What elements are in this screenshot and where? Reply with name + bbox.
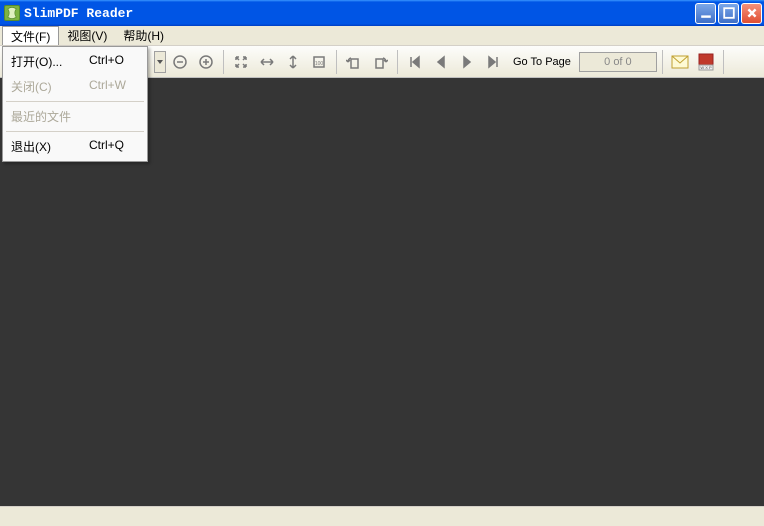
menu-bar: 文件(F) 视图(V) 帮助(H)	[0, 26, 764, 46]
rotate-ccw-button[interactable]	[342, 50, 366, 74]
first-page-button[interactable]	[403, 50, 427, 74]
menu-view[interactable]: 视图(V)	[59, 26, 115, 45]
close-button[interactable]	[741, 3, 762, 24]
page-number-input[interactable]: 0 of 0	[579, 52, 657, 72]
window-title: SlimPDF Reader	[24, 6, 695, 21]
menu-item-exit[interactable]: 退出(X) Ctrl+Q	[5, 134, 145, 159]
zoom-out-button[interactable]	[168, 50, 192, 74]
next-page-button[interactable]	[455, 50, 479, 74]
menu-help[interactable]: 帮助(H)	[115, 26, 172, 45]
menu-separator	[6, 131, 144, 132]
menu-item-recent: 最近的文件	[5, 104, 145, 129]
toolbar-separator	[223, 50, 224, 74]
window-controls	[695, 3, 762, 24]
toolbar-separator	[336, 50, 337, 74]
minimize-button[interactable]	[695, 3, 716, 24]
toolbar-separator	[662, 50, 663, 74]
menu-item-close: 关闭(C) Ctrl+W	[5, 74, 145, 99]
actual-size-button[interactable]: 100	[307, 50, 331, 74]
menu-file[interactable]: 文件(F)	[2, 26, 59, 45]
last-page-button[interactable]	[481, 50, 505, 74]
fit-page-button[interactable]	[229, 50, 253, 74]
export-pdf-button[interactable]: W X P	[694, 51, 718, 73]
menu-separator	[6, 101, 144, 102]
file-menu-dropdown: 打开(O)... Ctrl+O 关闭(C) Ctrl+W 最近的文件 退出(X)…	[2, 46, 148, 162]
prev-page-button[interactable]	[429, 50, 453, 74]
zoom-in-button[interactable]	[194, 50, 218, 74]
fit-width-button[interactable]	[255, 50, 279, 74]
maximize-button[interactable]	[718, 3, 739, 24]
menu-item-open[interactable]: 打开(O)... Ctrl+O	[5, 49, 145, 74]
email-button[interactable]	[668, 51, 692, 73]
app-icon	[4, 5, 20, 21]
rotate-cw-button[interactable]	[368, 50, 392, 74]
svg-text:100: 100	[315, 61, 324, 67]
status-bar	[0, 506, 764, 526]
toolbar-separator	[723, 50, 724, 74]
goto-page-label: Go To Page	[513, 56, 571, 68]
fit-height-button[interactable]	[281, 50, 305, 74]
title-bar: SlimPDF Reader	[0, 0, 764, 26]
zoom-dropdown-button[interactable]	[154, 51, 166, 73]
toolbar-separator	[397, 50, 398, 74]
svg-text:W X P: W X P	[700, 65, 712, 70]
